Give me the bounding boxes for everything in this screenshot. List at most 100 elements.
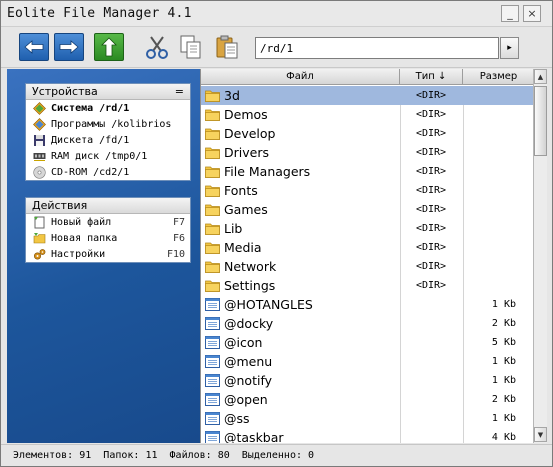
column-header-type[interactable]: Тип ↓ — [400, 69, 463, 85]
file-size: 1 Kb — [491, 375, 516, 386]
file-name: @icon — [224, 335, 263, 350]
file-row[interactable]: Demos <DIR> — [201, 105, 533, 124]
device-item[interactable]: Дискета /fd/1 — [26, 132, 190, 148]
file-row[interactable]: @icon 5 Kb — [201, 333, 533, 352]
file-size: 1 Kb — [491, 413, 516, 424]
column-header-size[interactable]: Размер — [463, 69, 533, 85]
file-size: 2 Kb — [491, 318, 516, 329]
arrow-up-icon — [101, 37, 117, 57]
file-name: Demos — [224, 107, 268, 122]
file-row[interactable]: Develop <DIR> — [201, 124, 533, 143]
device-label: Программы /kolibrios — [51, 118, 172, 130]
file-row[interactable]: @menu 1 Kb — [201, 352, 533, 371]
action-item[interactable]: Новый файл F7 — [26, 214, 190, 230]
device-item[interactable]: RAM диск /tmp0/1 — [26, 148, 190, 164]
file-manager-window: Eolite File Manager 4.1 _ × /rd/1 ▸ Устр… — [0, 0, 553, 467]
cdrom-icon — [32, 165, 46, 179]
action-shortcut: F10 — [166, 248, 185, 260]
device-label: RAM диск /tmp0/1 — [51, 150, 148, 162]
forward-button[interactable] — [54, 33, 84, 61]
application-file-icon — [205, 374, 220, 387]
paste-button[interactable] — [213, 33, 241, 61]
settings-gears-icon — [32, 248, 46, 261]
file-size: 1 Kb — [491, 299, 516, 310]
file-row[interactable]: @taskbar 4 Kb — [201, 428, 533, 443]
folder-icon — [205, 108, 220, 121]
file-type: <DIR> — [415, 147, 447, 158]
folder-icon — [205, 146, 220, 159]
application-file-icon — [205, 393, 220, 406]
file-name: 3d — [224, 88, 240, 103]
file-type: <DIR> — [415, 166, 447, 177]
file-row[interactable]: Drivers <DIR> — [201, 143, 533, 162]
file-name: Develop — [224, 126, 276, 141]
file-row[interactable]: Network <DIR> — [201, 257, 533, 276]
go-button[interactable]: ▸ — [500, 37, 519, 59]
left-panel: Устройства = Система /rd/1 Программы /kol… — [7, 69, 200, 443]
file-list: Файл Тип ↓ Размер 3d <DIR> Demos <DIR> Devel… — [200, 69, 533, 443]
file-type: <DIR> — [415, 204, 447, 215]
scroll-up-arrow[interactable]: ▲ — [534, 69, 547, 84]
ram-icon — [32, 150, 46, 163]
action-label: Новый файл — [51, 216, 112, 228]
file-row[interactable]: @docky 2 Kb — [201, 314, 533, 333]
arrow-right-icon — [59, 40, 79, 54]
new-folder-icon — [32, 232, 46, 245]
file-type: <DIR> — [415, 128, 447, 139]
folder-icon — [205, 184, 220, 197]
devices-collapse-icon[interactable]: = — [175, 85, 184, 98]
file-row[interactable]: File Managers <DIR> — [201, 162, 533, 181]
file-type: <DIR> — [415, 223, 447, 234]
arrow-left-icon — [24, 40, 44, 54]
minimize-button[interactable]: _ — [501, 5, 519, 22]
device-item[interactable]: Программы /kolibrios — [26, 116, 190, 132]
device-label: CD-ROM /cd2/1 — [51, 166, 130, 178]
file-type: <DIR> — [415, 242, 447, 253]
device-item[interactable]: Система /rd/1 — [26, 100, 190, 116]
back-button[interactable] — [19, 33, 49, 61]
file-row[interactable]: @notify 1 Kb — [201, 371, 533, 390]
file-row[interactable]: @HOTANGLES 1 Kb — [201, 295, 533, 314]
action-item[interactable]: Новая папка F6 — [26, 230, 190, 246]
file-row[interactable]: 3d <DIR> — [201, 86, 533, 105]
file-row[interactable]: Lib <DIR> — [201, 219, 533, 238]
file-size: 2 Kb — [491, 394, 516, 405]
copy-button[interactable] — [177, 33, 205, 61]
application-file-icon — [205, 298, 220, 311]
scroll-down-arrow[interactable]: ▼ — [534, 427, 547, 442]
device-item[interactable]: CD-ROM /cd2/1 — [26, 164, 190, 180]
file-name: Drivers — [224, 145, 269, 160]
devices-header[interactable]: Устройства = — [26, 84, 190, 100]
action-shortcut: F6 — [172, 232, 185, 244]
file-name: @HOTANGLES — [224, 297, 313, 312]
close-button[interactable]: × — [523, 5, 541, 22]
file-row[interactable]: @ss 1 Kb — [201, 409, 533, 428]
column-header-name[interactable]: Файл — [201, 69, 400, 85]
actions-title: Действия — [32, 199, 88, 212]
up-button[interactable] — [94, 33, 124, 61]
folder-icon — [205, 165, 220, 178]
path-input[interactable]: /rd/1 — [255, 37, 499, 59]
file-row[interactable]: Fonts <DIR> — [201, 181, 533, 200]
file-name: Network — [224, 259, 277, 274]
file-row[interactable]: Games <DIR> — [201, 200, 533, 219]
toolbar: /rd/1 ▸ — [1, 28, 552, 68]
action-shortcut: F7 — [172, 216, 185, 228]
application-file-icon — [205, 431, 220, 443]
file-row[interactable]: Media <DIR> — [201, 238, 533, 257]
folder-icon — [205, 89, 220, 102]
file-name: Media — [224, 240, 262, 255]
cut-button[interactable] — [143, 33, 171, 61]
folder-icon — [205, 260, 220, 273]
file-name: Settings — [224, 278, 276, 293]
scroll-thumb[interactable] — [534, 86, 547, 156]
file-row[interactable]: @open 2 Kb — [201, 390, 533, 409]
title-bar[interactable]: Eolite File Manager 4.1 _ × — [1, 1, 552, 27]
file-name: @docky — [224, 316, 274, 331]
file-name: @notify — [224, 373, 273, 388]
file-type: <DIR> — [415, 280, 447, 291]
action-item[interactable]: Настройки F10 — [26, 246, 190, 262]
vertical-scrollbar[interactable]: ▲ ▼ — [533, 69, 547, 443]
file-type: <DIR> — [415, 90, 447, 101]
file-row[interactable]: Settings <DIR> — [201, 276, 533, 295]
